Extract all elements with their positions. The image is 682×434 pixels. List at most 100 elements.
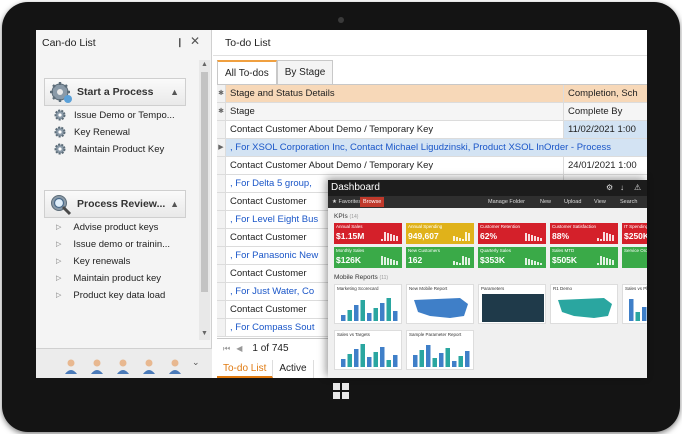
table-row[interactable]: Contact Customer About Demo / Temporary … <box>217 157 647 175</box>
scroll-up-icon[interactable]: ▲ <box>201 61 208 68</box>
download-icon[interactable]: ↓ <box>620 180 624 196</box>
mobile-reports-label: Mobile Reports <box>334 274 378 281</box>
browse-button[interactable]: Browse <box>360 197 385 207</box>
close-icon[interactable]: ✕ <box>190 34 200 48</box>
process-item-label: Key Renewal <box>74 126 130 138</box>
review-item[interactable]: ▷ Advise product keys <box>44 219 186 235</box>
kpi-tile[interactable]: IT Spending $250K <box>622 223 647 244</box>
report-thumbnail <box>413 345 470 367</box>
chevron-down-icon[interactable]: ⌄ <box>192 357 200 368</box>
review-item-label: Key renewals <box>73 255 131 267</box>
kpi-value: $250K <box>624 231 647 241</box>
bottom-tabs: To-do List Active <box>217 360 314 378</box>
favorites-button[interactable]: ★ Favorites <box>332 196 361 208</box>
table-row[interactable]: ▶ , For XSOL Corporation Inc, Contact Mi… <box>217 139 647 157</box>
report-thumbnail <box>558 298 612 318</box>
report-tile[interactable]: Marketing Scorecard <box>334 284 402 324</box>
report-tile[interactable]: Sales vs Targets <box>334 330 402 370</box>
expand-triangle-icon[interactable]: ▷ <box>56 223 61 231</box>
column-header[interactable]: Complete By <box>564 103 647 120</box>
review-item[interactable]: ▷ Maintain product key <box>44 270 186 286</box>
kpi-tile[interactable]: Annual Spending 949,607 <box>406 223 474 244</box>
first-page-button[interactable]: ⏮ <box>223 344 230 354</box>
upload-button[interactable]: Upload <box>564 196 581 208</box>
tablet-frame: Can-do List ❙ ✕ ▲ ▼ Start a Process ▲ Is… <box>0 0 682 434</box>
stage-cell: , For XSOL Corporation Inc, Contact Mich… <box>230 142 612 153</box>
date-cell: 11/02/2021 1:00 <box>564 121 647 138</box>
search-button[interactable]: Search <box>620 196 637 208</box>
date-cell: 24/01/2021 1:00 <box>568 160 637 171</box>
report-label: Sales vs Pl... <box>625 286 647 291</box>
stage-cell: Contact Customer About Demo / Temporary … <box>226 121 564 138</box>
kpi-label: Customer Satisfaction <box>552 224 597 229</box>
review-item[interactable]: ▷ Key renewals <box>44 253 186 269</box>
start-process-header[interactable]: Start a Process ▲ <box>44 78 186 106</box>
kpi-tile[interactable]: Sales MTD $505K <box>550 247 618 268</box>
process-item[interactable]: Issue Demo or Tempo... <box>44 107 186 123</box>
prev-page-button[interactable]: ◀ <box>236 344 242 353</box>
small-gear-icon <box>54 143 66 155</box>
new-button[interactable]: New <box>540 196 551 208</box>
view-button[interactable]: View <box>594 196 606 208</box>
kpi-tile[interactable]: New Customers 162 <box>406 247 474 268</box>
tab-all-to-dos[interactable]: All To-dos <box>217 60 277 84</box>
expand-triangle-icon[interactable]: ▷ <box>56 291 61 299</box>
chevron-up-icon[interactable]: ▲ <box>170 199 179 209</box>
report-tile[interactable]: Sales vs Pl... <box>622 284 647 324</box>
report-thumbnail <box>414 298 468 318</box>
sparkline-icon <box>453 256 470 265</box>
report-tile[interactable]: R1 Demo <box>550 284 618 324</box>
user-bar: ⌄ <box>36 348 212 378</box>
kpi-tile[interactable]: Quarterly Sales $353K <box>478 247 546 268</box>
column-header[interactable]: Stage <box>226 103 564 120</box>
manage-folder-button[interactable]: Manage Folder <box>488 196 525 208</box>
alert-icon[interactable]: ⚠ <box>634 180 641 196</box>
windows-logo-icon[interactable] <box>333 383 349 399</box>
dashboard-titlebar: Dashboard ⚙ ↓ ⚠ <box>328 180 647 196</box>
can-do-list-title: Can-do List <box>42 37 96 49</box>
tab-to-do-list[interactable]: To-do List <box>217 360 274 378</box>
process-review-header[interactable]: Process Review... ▲ <box>44 190 186 218</box>
report-label: Sample Parameter Report <box>409 332 462 337</box>
scrollbar-thumb[interactable] <box>201 72 208 292</box>
report-tile[interactable]: Parameters <box>478 284 546 324</box>
pin-icon[interactable]: ❙ <box>176 37 184 48</box>
user-icon[interactable] <box>116 358 130 374</box>
gear-icon[interactable]: ⚙ <box>606 180 613 196</box>
user-icon[interactable] <box>168 358 182 374</box>
expand-triangle-icon[interactable]: ▷ <box>56 257 61 265</box>
expand-triangle-icon[interactable]: ▷ <box>56 274 61 282</box>
stage-cell: Contact Customer About Demo / Temporary … <box>226 157 564 174</box>
kpi-tile[interactable]: Service Order <box>622 247 647 268</box>
column-header[interactable]: Completion, Sch <box>564 85 647 102</box>
gear-icon <box>50 82 72 103</box>
process-item[interactable]: Maintain Product Key <box>44 141 186 157</box>
scroll-down-icon[interactable]: ▼ <box>201 330 208 337</box>
report-tile[interactable]: New Mobile Report <box>406 284 474 324</box>
kpi-label: Sales MTD <box>552 248 575 253</box>
tab-active[interactable]: Active <box>273 360 314 378</box>
review-item[interactable]: ▷ Issue demo or trainin... <box>44 236 186 252</box>
tab-by-stage[interactable]: By Stage <box>276 60 334 84</box>
user-icon[interactable] <box>142 358 156 374</box>
process-item[interactable]: Key Renewal <box>44 124 186 140</box>
review-item-label: Advise product keys <box>73 221 159 233</box>
kpi-tile[interactable]: Customer Satisfaction 88% <box>550 223 618 244</box>
kpi-value: $505K <box>552 255 578 265</box>
user-icon[interactable] <box>90 358 104 374</box>
kpi-tile[interactable]: Annual Sales $1.15M <box>334 223 402 244</box>
dashboard-body: KPIs (14) Annual Sales $1.15M Annual Spend… <box>328 208 647 378</box>
review-item[interactable]: ▷ Product key data load <box>44 287 186 303</box>
user-icon[interactable] <box>64 358 78 374</box>
kpi-label: Annual Sales <box>336 224 363 229</box>
process-review-title: Process Review... <box>77 198 166 210</box>
left-pane-scrollbar[interactable]: ▲ ▼ <box>199 60 210 340</box>
table-row[interactable]: Contact Customer About Demo / Temporary … <box>217 121 647 139</box>
column-header[interactable]: Stage and Status Details <box>226 85 564 102</box>
expand-triangle-icon[interactable]: ▷ <box>56 240 61 248</box>
kpi-tile[interactable]: Customer Retention 62% <box>478 223 546 244</box>
kpi-tile[interactable]: Monthly Sales $126K <box>334 247 402 268</box>
report-tile[interactable]: Sample Parameter Report <box>406 330 474 370</box>
sparkline-icon <box>597 256 614 265</box>
chevron-up-icon[interactable]: ▲ <box>170 87 179 97</box>
